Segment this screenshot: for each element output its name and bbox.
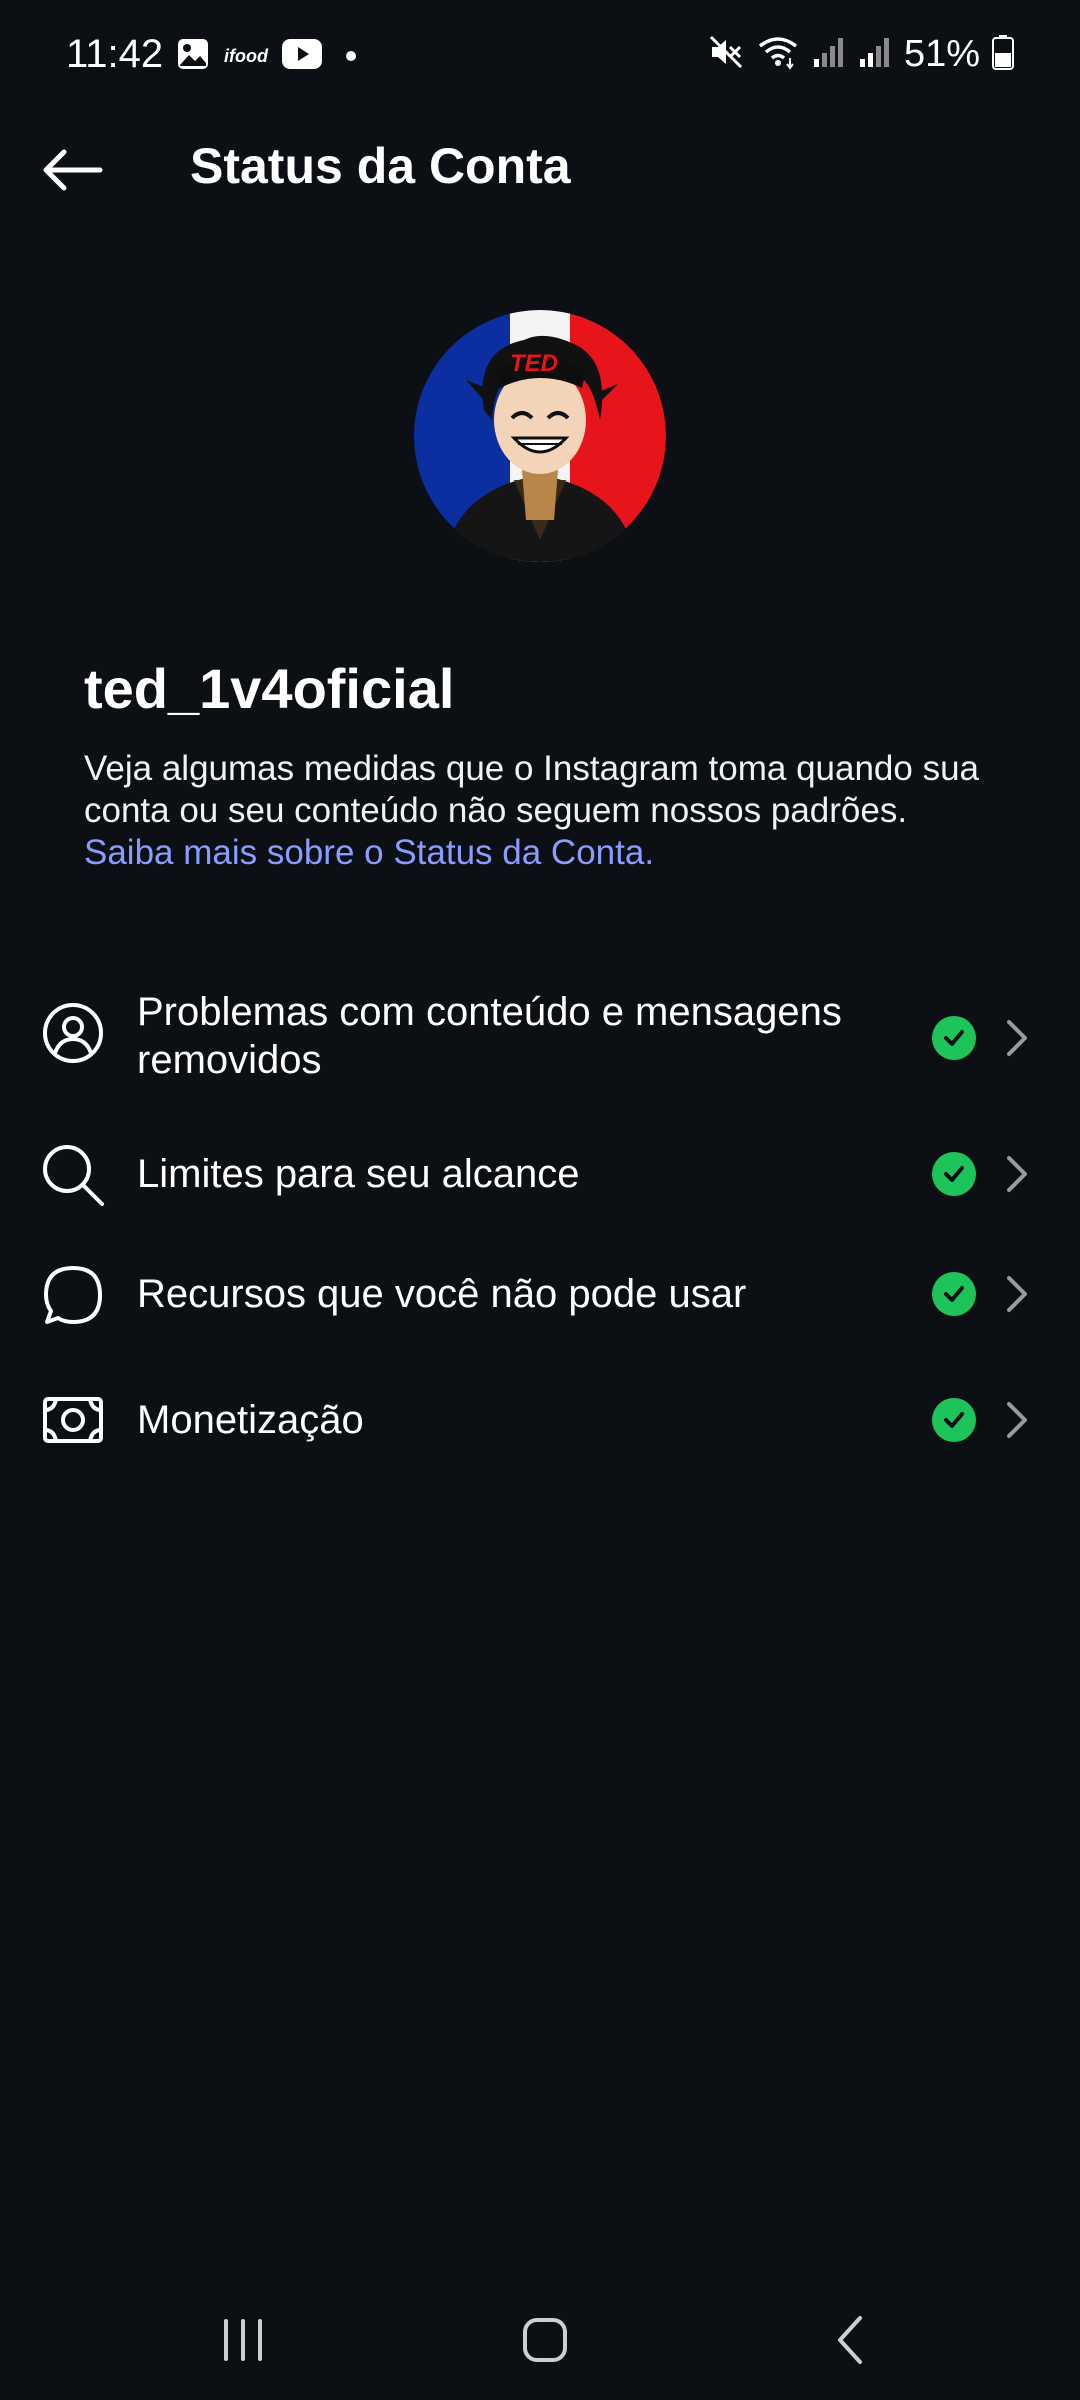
system-nav-bar bbox=[0, 2280, 1080, 2400]
recents-icon bbox=[224, 2319, 262, 2361]
check-circle-icon bbox=[932, 1016, 976, 1060]
home-button[interactable] bbox=[500, 2300, 590, 2380]
avatar[interactable]: TED bbox=[414, 310, 666, 562]
arrow-left-icon bbox=[43, 149, 103, 191]
battery-icon bbox=[992, 34, 1014, 75]
status-time: 11:42 bbox=[66, 32, 164, 76]
status-bar: 11:42 ifood 51% bbox=[0, 0, 1080, 110]
speech-bubble-icon bbox=[40, 1262, 106, 1328]
signal-icon bbox=[812, 35, 846, 74]
chevron-right-icon bbox=[1000, 1272, 1034, 1316]
avatar-cap-text: TED bbox=[510, 350, 558, 377]
status-system-icons: 51% bbox=[708, 28, 1014, 80]
status-item-content-removed[interactable]: Problemas com conteúdo e mensagens remov… bbox=[0, 960, 1080, 1120]
wifi-icon bbox=[756, 34, 800, 75]
nav-back-button[interactable] bbox=[805, 2300, 895, 2380]
notification-dot bbox=[345, 51, 356, 61]
chevron-right-icon bbox=[1000, 1016, 1034, 1060]
search-icon bbox=[40, 1142, 106, 1208]
status-item-label: Problemas com conteúdo e mensagens remov… bbox=[137, 990, 842, 1082]
home-icon bbox=[523, 2318, 567, 2362]
chevron-left-icon bbox=[838, 2316, 862, 2364]
status-item-label: Limites para seu alcance bbox=[137, 1152, 580, 1196]
check-circle-icon bbox=[932, 1398, 976, 1442]
back-button[interactable] bbox=[36, 134, 108, 206]
money-icon bbox=[40, 1387, 106, 1453]
mute-icon bbox=[708, 34, 744, 75]
user-circle-icon bbox=[40, 1000, 106, 1066]
username: ted_1v4oficial bbox=[84, 657, 455, 720]
signal-icon-2 bbox=[858, 35, 892, 74]
ifood-icon: ifood bbox=[224, 45, 268, 66]
page-title: Status da Conta bbox=[190, 138, 571, 194]
app-header: Status da Conta bbox=[0, 110, 1080, 220]
check-circle-icon bbox=[932, 1152, 976, 1196]
status-item-features-unavailable[interactable]: Recursos que você não pode usar bbox=[0, 1230, 1080, 1360]
account-status-description: Veja algumas medidas que o Instagram tom… bbox=[84, 748, 984, 874]
status-item-label: Monetização bbox=[137, 1398, 364, 1442]
battery-percent: 51% bbox=[903, 33, 980, 75]
chevron-right-icon bbox=[1000, 1152, 1034, 1196]
status-notification-icons: ifood bbox=[176, 36, 356, 76]
status-item-monetization[interactable]: Monetização bbox=[0, 1360, 1080, 1480]
recents-button[interactable] bbox=[198, 2300, 288, 2380]
status-item-label: Recursos que você não pode usar bbox=[137, 1272, 747, 1316]
youtube-icon bbox=[281, 38, 322, 74]
check-circle-icon bbox=[932, 1272, 976, 1316]
learn-more-link[interactable]: Saiba mais sobre o Status da Conta. bbox=[84, 833, 654, 872]
gallery-icon bbox=[176, 37, 210, 76]
chevron-right-icon bbox=[1000, 1398, 1034, 1442]
status-item-reach-limits[interactable]: Limites para seu alcance bbox=[0, 1120, 1080, 1230]
description-text: Veja algumas medidas que o Instagram tom… bbox=[84, 749, 980, 830]
